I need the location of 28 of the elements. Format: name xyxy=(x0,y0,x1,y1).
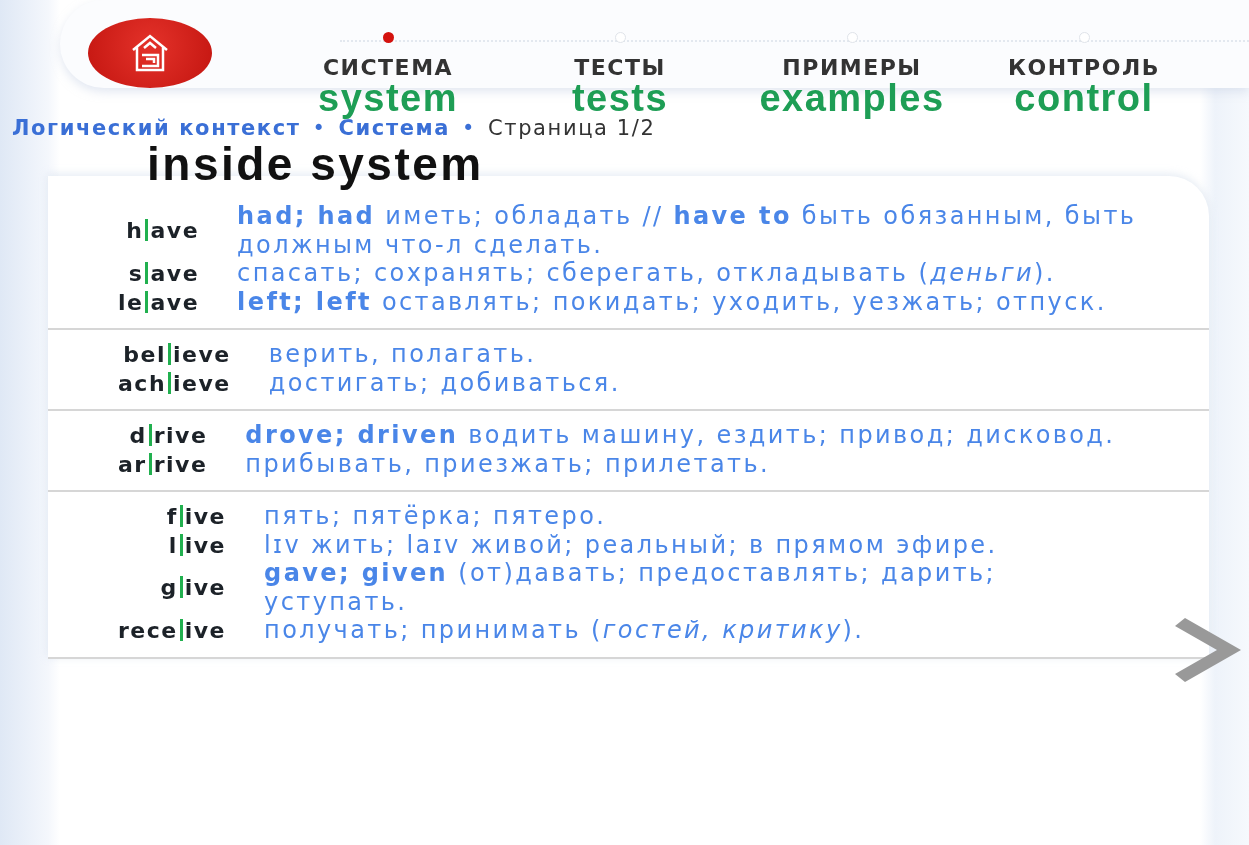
word: s ave xyxy=(127,261,200,287)
definition: drove; driven водить машину, ездить; привод; дисковод. xyxy=(245,421,1117,450)
word: g ive xyxy=(159,575,227,601)
definition: верить, полагать. xyxy=(268,340,538,369)
word: ach ieve xyxy=(117,370,231,396)
breadcrumb-separator: • xyxy=(312,116,327,140)
word: l ive xyxy=(167,532,227,558)
breadcrumb-link[interactable]: Логический контекст xyxy=(12,116,301,140)
next-arrow-icon[interactable] xyxy=(1175,618,1241,682)
word: h ave xyxy=(125,218,200,244)
definition: had; had иметь; обладать // have to быть обязанным, быть должным что-л сделать. xyxy=(237,202,1138,260)
word: d rive xyxy=(128,423,208,449)
page-indicator: Страница 1/2 xyxy=(488,116,656,140)
word: rece ive xyxy=(117,618,227,644)
word: bel ieve xyxy=(122,342,231,368)
definition: получать; принимать (гостей, критику). xyxy=(264,616,866,645)
definition: lɪv жить; laɪv живой; реальный; в прямом эфире. xyxy=(264,530,999,560)
definition: gave; given (от)давать; предоставлять; дарить; уступать. xyxy=(264,559,998,617)
definition: достигать; добиваться. xyxy=(268,368,622,398)
section-heading: inside system xyxy=(147,140,485,189)
breadcrumb-separator: • xyxy=(462,116,477,140)
word: le ave xyxy=(117,289,200,315)
word: f ive xyxy=(165,504,227,530)
definition: спасать; сохранять; сберегать, откладывать (деньги). xyxy=(237,259,1057,288)
definition: пять; пятёрка; пятеро. xyxy=(264,502,608,531)
definition: прибывать, приезжать; прилетать. xyxy=(245,449,771,479)
definition: left; left оставлять; покидать; уходить, уезжать; отпуск. xyxy=(237,287,1108,317)
word: ar rive xyxy=(117,451,208,477)
